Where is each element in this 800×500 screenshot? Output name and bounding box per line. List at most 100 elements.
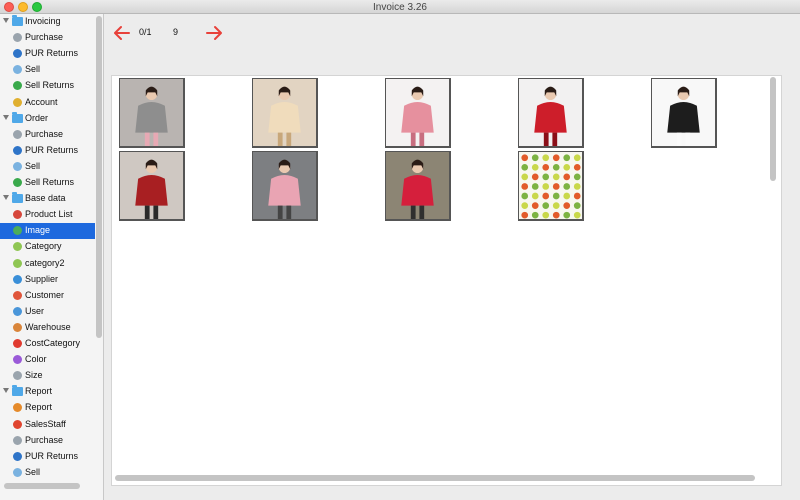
image-panel: 0/1 9	[105, 14, 800, 500]
sidebar-item-costcategory[interactable]: CostCategory	[0, 336, 95, 352]
sidebar-item-category[interactable]: Category	[0, 239, 95, 255]
cart-icon	[13, 33, 22, 43]
sidebar-item-label: Customer	[25, 289, 65, 300]
sidebar-item-sell[interactable]: Sell	[0, 159, 95, 175]
sidebar-item-salesstaff[interactable]: SalesStaff	[0, 417, 95, 433]
coin-icon	[13, 65, 22, 75]
globe-icon	[13, 451, 22, 461]
sidebar-item-pur-returns[interactable]: PUR Returns	[0, 46, 95, 62]
boxes-icon	[13, 210, 22, 220]
product-photo	[519, 79, 582, 146]
sidebar-item-customer[interactable]: Customer	[0, 288, 95, 304]
customer-icon	[13, 290, 22, 300]
gallery-horizontal-scrollbar[interactable]	[115, 475, 755, 481]
sidebar-item-product-list[interactable]: Product List	[0, 207, 95, 223]
sidebar-item-pur-returns[interactable]: PUR Returns	[0, 449, 95, 465]
sidebar-item-label: PUR Returns	[25, 144, 79, 155]
sidebar-item-report[interactable]: Report	[0, 400, 95, 416]
sidebar-item-account[interactable]: Account	[0, 95, 95, 111]
sidebar-item-size[interactable]: Size	[0, 368, 95, 384]
globe-icon	[13, 145, 22, 155]
arrow-left-icon[interactable]	[113, 25, 131, 41]
sidebar-group-invoicing[interactable]: Invoicing	[0, 14, 95, 30]
coin-icon	[13, 97, 22, 107]
sidebar-item-label: Report	[25, 402, 53, 413]
window-title: Invoice 3.26	[373, 2, 427, 13]
disclosure-triangle-icon[interactable]	[3, 114, 9, 120]
product-photo	[652, 79, 715, 146]
sidebar-item-color[interactable]: Color	[0, 352, 95, 368]
title-bar: Invoice 3.26	[0, 0, 800, 14]
product-image-grey-coat-pink-dress[interactable]	[119, 78, 185, 148]
image-gallery	[111, 75, 782, 486]
sidebar-item-label: Purchase	[25, 434, 64, 445]
gallery-vertical-scrollbar[interactable]	[770, 77, 776, 181]
sidebar-item-warehouse[interactable]: Warehouse	[0, 320, 95, 336]
sidebar-item-label: Purchase	[25, 32, 64, 43]
sidebar-vertical-scrollbar[interactable]	[96, 16, 102, 338]
product-image-red-jacket-street[interactable]	[385, 151, 451, 221]
sidebar-item-sell[interactable]: Sell	[0, 62, 95, 78]
disclosure-triangle-icon[interactable]	[3, 195, 9, 201]
palette-icon	[13, 355, 22, 365]
sidebar-item-purchase[interactable]: Purchase	[0, 433, 95, 449]
sidebar-group-report[interactable]: Report	[0, 384, 95, 400]
sidebar-horizontal-scrollbar[interactable]	[4, 483, 80, 489]
sidebar-item-sell-returns[interactable]: Sell Returns	[0, 175, 95, 191]
sidebar-item-label: Color	[25, 354, 47, 365]
house-icon	[13, 322, 22, 332]
product-image-black-white-tops[interactable]	[651, 78, 717, 148]
list-icon	[13, 258, 22, 268]
sidebar-group-order[interactable]: Order	[0, 111, 95, 127]
sidebar-item-label: PUR Returns	[25, 450, 79, 461]
product-image-vegetables-grid[interactable]	[518, 151, 584, 221]
sidebar-item-label: Report	[25, 386, 53, 397]
sidebar-item-label: Invoicing	[25, 16, 61, 26]
disclosure-triangle-icon[interactable]	[3, 18, 9, 23]
sales-icon	[13, 419, 22, 429]
product-image-red-sweater[interactable]	[119, 151, 185, 221]
sidebar-item-pur-returns[interactable]: PUR Returns	[0, 143, 95, 159]
product-photo	[120, 79, 183, 146]
size-icon	[13, 371, 22, 381]
arrow-right-icon[interactable]	[205, 25, 223, 41]
sidebar-item-label: Sell Returns	[25, 177, 75, 187]
product-photo	[120, 152, 183, 219]
folder-icon	[12, 192, 23, 204]
sidebar-item-label: CostCategory	[25, 338, 81, 348]
sidebar-item-image[interactable]: Image	[0, 223, 95, 240]
cart-icon	[13, 435, 22, 445]
sidebar-item-label: Product List	[25, 209, 73, 220]
product-photo	[253, 79, 316, 146]
sidebar-item-label: Warehouse	[25, 321, 71, 332]
product-image-red-puffer-jacket[interactable]	[518, 78, 584, 148]
product-photo	[519, 152, 582, 219]
product-image-pink-puffer-jacket[interactable]	[385, 78, 451, 148]
folder-icon	[12, 385, 23, 397]
bar-chart-icon	[13, 403, 22, 413]
sidebar-group-base-data[interactable]: Base data	[0, 191, 95, 207]
sidebar-item-label: Base data	[25, 193, 66, 204]
sidebar-item-label: Sell	[25, 64, 41, 75]
sidebar-item-supplier[interactable]: Supplier	[0, 272, 95, 288]
list-icon	[13, 242, 22, 252]
product-image-lace-blouse[interactable]	[252, 78, 318, 148]
sidebar-item-category2[interactable]: category2	[0, 256, 95, 272]
disclosure-triangle-icon[interactable]	[3, 388, 9, 394]
image-count: 9	[173, 27, 179, 37]
cost-icon	[13, 339, 22, 348]
sidebar-item-sell[interactable]: Sell	[0, 465, 95, 481]
sidebar-item-label: Sell	[25, 160, 41, 171]
sidebar-item-sell-returns[interactable]: Sell Returns	[0, 78, 95, 94]
sidebar-item-label: category2	[25, 257, 65, 268]
sidebar-item-label: Size	[25, 370, 43, 381]
sidebar-item-label: Supplier	[25, 273, 59, 284]
product-image-pink-dress[interactable]	[252, 151, 318, 221]
sidebar-item-user[interactable]: User	[0, 304, 95, 320]
page-indicator: 0/1	[139, 27, 152, 37]
sidebar-item-purchase[interactable]: Purchase	[0, 127, 95, 143]
image-icon	[13, 226, 22, 236]
coin-icon	[13, 161, 22, 171]
sidebar-item-purchase[interactable]: Purchase	[0, 30, 95, 46]
globe-icon	[13, 49, 22, 59]
